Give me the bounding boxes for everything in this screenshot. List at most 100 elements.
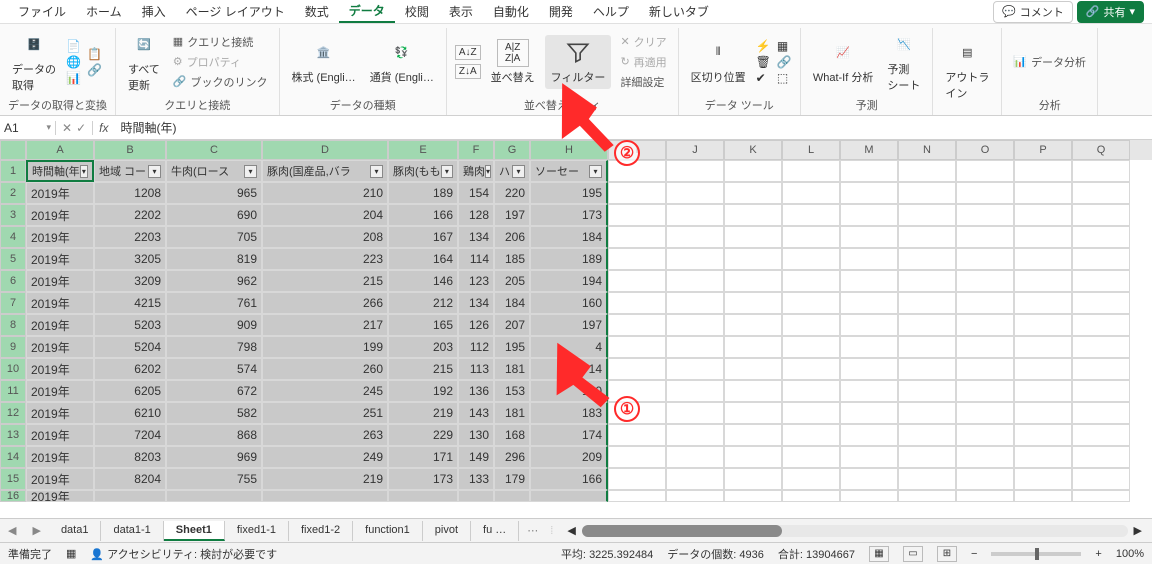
cell-D3[interactable]: 204: [262, 204, 388, 226]
cell-B7[interactable]: 4215: [94, 292, 166, 314]
cell-J9[interactable]: [666, 336, 724, 358]
cell-L14[interactable]: [782, 446, 840, 468]
cell-I2[interactable]: [608, 182, 666, 204]
formula-input[interactable]: 時間軸(年): [114, 119, 1152, 136]
cell-B9[interactable]: 5204: [94, 336, 166, 358]
cell-F11[interactable]: 136: [458, 380, 494, 402]
cell-F6[interactable]: 123: [458, 270, 494, 292]
cell-M15[interactable]: [840, 468, 898, 490]
cell-I16[interactable]: [608, 490, 666, 502]
cell-D15[interactable]: 219: [262, 468, 388, 490]
cell-J6[interactable]: [666, 270, 724, 292]
cell-G14[interactable]: 296: [494, 446, 530, 468]
cell-O12[interactable]: [956, 402, 1014, 424]
cell-E16[interactable]: [388, 490, 458, 502]
cell-N14[interactable]: [898, 446, 956, 468]
cell-N6[interactable]: [898, 270, 956, 292]
cell-P11[interactable]: [1014, 380, 1072, 402]
cell-M12[interactable]: [840, 402, 898, 424]
cell-O15[interactable]: [956, 468, 1014, 490]
cell-L1[interactable]: [782, 160, 840, 182]
cell-E4[interactable]: 167: [388, 226, 458, 248]
cell-Q5[interactable]: [1072, 248, 1130, 270]
cancel-formula-icon[interactable]: ✕: [62, 121, 72, 135]
cell-C16[interactable]: [166, 490, 262, 502]
cell-J2[interactable]: [666, 182, 724, 204]
cell-O8[interactable]: [956, 314, 1014, 336]
cell-M6[interactable]: [840, 270, 898, 292]
cell-I7[interactable]: [608, 292, 666, 314]
cell-D14[interactable]: 249: [262, 446, 388, 468]
cell-B4[interactable]: 2203: [94, 226, 166, 248]
cell-M13[interactable]: [840, 424, 898, 446]
cell-G6[interactable]: 205: [494, 270, 530, 292]
chevron-down-icon[interactable]: ▾: [46, 122, 51, 133]
cell-N2[interactable]: [898, 182, 956, 204]
cell-O6[interactable]: [956, 270, 1014, 292]
tab-file[interactable]: ファイル: [8, 1, 76, 22]
cell-P10[interactable]: [1014, 358, 1072, 380]
header-cell-G1[interactable]: ハ▾: [494, 160, 530, 182]
from-table-icon[interactable]: 📊: [66, 71, 81, 85]
cell-H11[interactable]: 190: [530, 380, 608, 402]
cell-N15[interactable]: [898, 468, 956, 490]
cell-B13[interactable]: 7204: [94, 424, 166, 446]
cell-J10[interactable]: [666, 358, 724, 380]
cell-Q10[interactable]: [1072, 358, 1130, 380]
cell-B12[interactable]: 6210: [94, 402, 166, 424]
cell-B8[interactable]: 5203: [94, 314, 166, 336]
name-box[interactable]: A1▾: [0, 121, 56, 135]
row-header-14[interactable]: 14: [0, 446, 26, 468]
row-header-11[interactable]: 11: [0, 380, 26, 402]
cell-D7[interactable]: 266: [262, 292, 388, 314]
cell-M8[interactable]: [840, 314, 898, 336]
relationships-icon[interactable]: 🔗: [777, 55, 792, 69]
row-header-6[interactable]: 6: [0, 270, 26, 292]
cell-M5[interactable]: [840, 248, 898, 270]
header-cell-D1[interactable]: 豚肉(国産品,バラ▾: [262, 160, 388, 182]
cell-O10[interactable]: [956, 358, 1014, 380]
cell-I1[interactable]: [608, 160, 666, 182]
cell-P5[interactable]: [1014, 248, 1072, 270]
cell-C5[interactable]: 819: [166, 248, 262, 270]
sort-desc-icon[interactable]: Z↓A: [455, 64, 481, 79]
cell-F5[interactable]: 114: [458, 248, 494, 270]
cell-I14[interactable]: [608, 446, 666, 468]
cell-H2[interactable]: 195: [530, 182, 608, 204]
cell-A8[interactable]: 2019年: [26, 314, 94, 336]
scroll-left-icon[interactable]: ◀: [567, 524, 575, 537]
cell-I13[interactable]: [608, 424, 666, 446]
cell-I15[interactable]: [608, 468, 666, 490]
cell-H14[interactable]: 209: [530, 446, 608, 468]
cell-C9[interactable]: 798: [166, 336, 262, 358]
share-button[interactable]: 🔗 共有 ▾: [1077, 1, 1144, 23]
tab-formulas[interactable]: 数式: [295, 1, 339, 22]
filter-dropdown-icon[interactable]: ▾: [512, 165, 525, 178]
advanced-filter-button[interactable]: 詳細設定: [617, 73, 669, 91]
cell-H10[interactable]: 14: [530, 358, 608, 380]
cell-B15[interactable]: 8204: [94, 468, 166, 490]
cell-M11[interactable]: [840, 380, 898, 402]
cell-N12[interactable]: [898, 402, 956, 424]
cell-Q14[interactable]: [1072, 446, 1130, 468]
cell-M9[interactable]: [840, 336, 898, 358]
more-sheets-icon[interactable]: ⋯: [519, 524, 546, 537]
cell-O7[interactable]: [956, 292, 1014, 314]
cell-P7[interactable]: [1014, 292, 1072, 314]
cell-L3[interactable]: [782, 204, 840, 226]
cell-M16[interactable]: [840, 490, 898, 502]
cell-O3[interactable]: [956, 204, 1014, 226]
prev-sheet-icon[interactable]: ◀: [0, 524, 24, 537]
cell-N11[interactable]: [898, 380, 956, 402]
header-cell-A1[interactable]: 時間軸(年▾: [26, 160, 94, 182]
cell-L15[interactable]: [782, 468, 840, 490]
sheet-tab-data1-1[interactable]: data1-1: [101, 521, 163, 541]
row-header-3[interactable]: 3: [0, 204, 26, 226]
col-header-P[interactable]: P: [1014, 140, 1072, 160]
cell-N8[interactable]: [898, 314, 956, 336]
cell-K13[interactable]: [724, 424, 782, 446]
cell-I10[interactable]: [608, 358, 666, 380]
tab-review[interactable]: 校閲: [395, 1, 439, 22]
cell-E3[interactable]: 166: [388, 204, 458, 226]
row-header-9[interactable]: 9: [0, 336, 26, 358]
